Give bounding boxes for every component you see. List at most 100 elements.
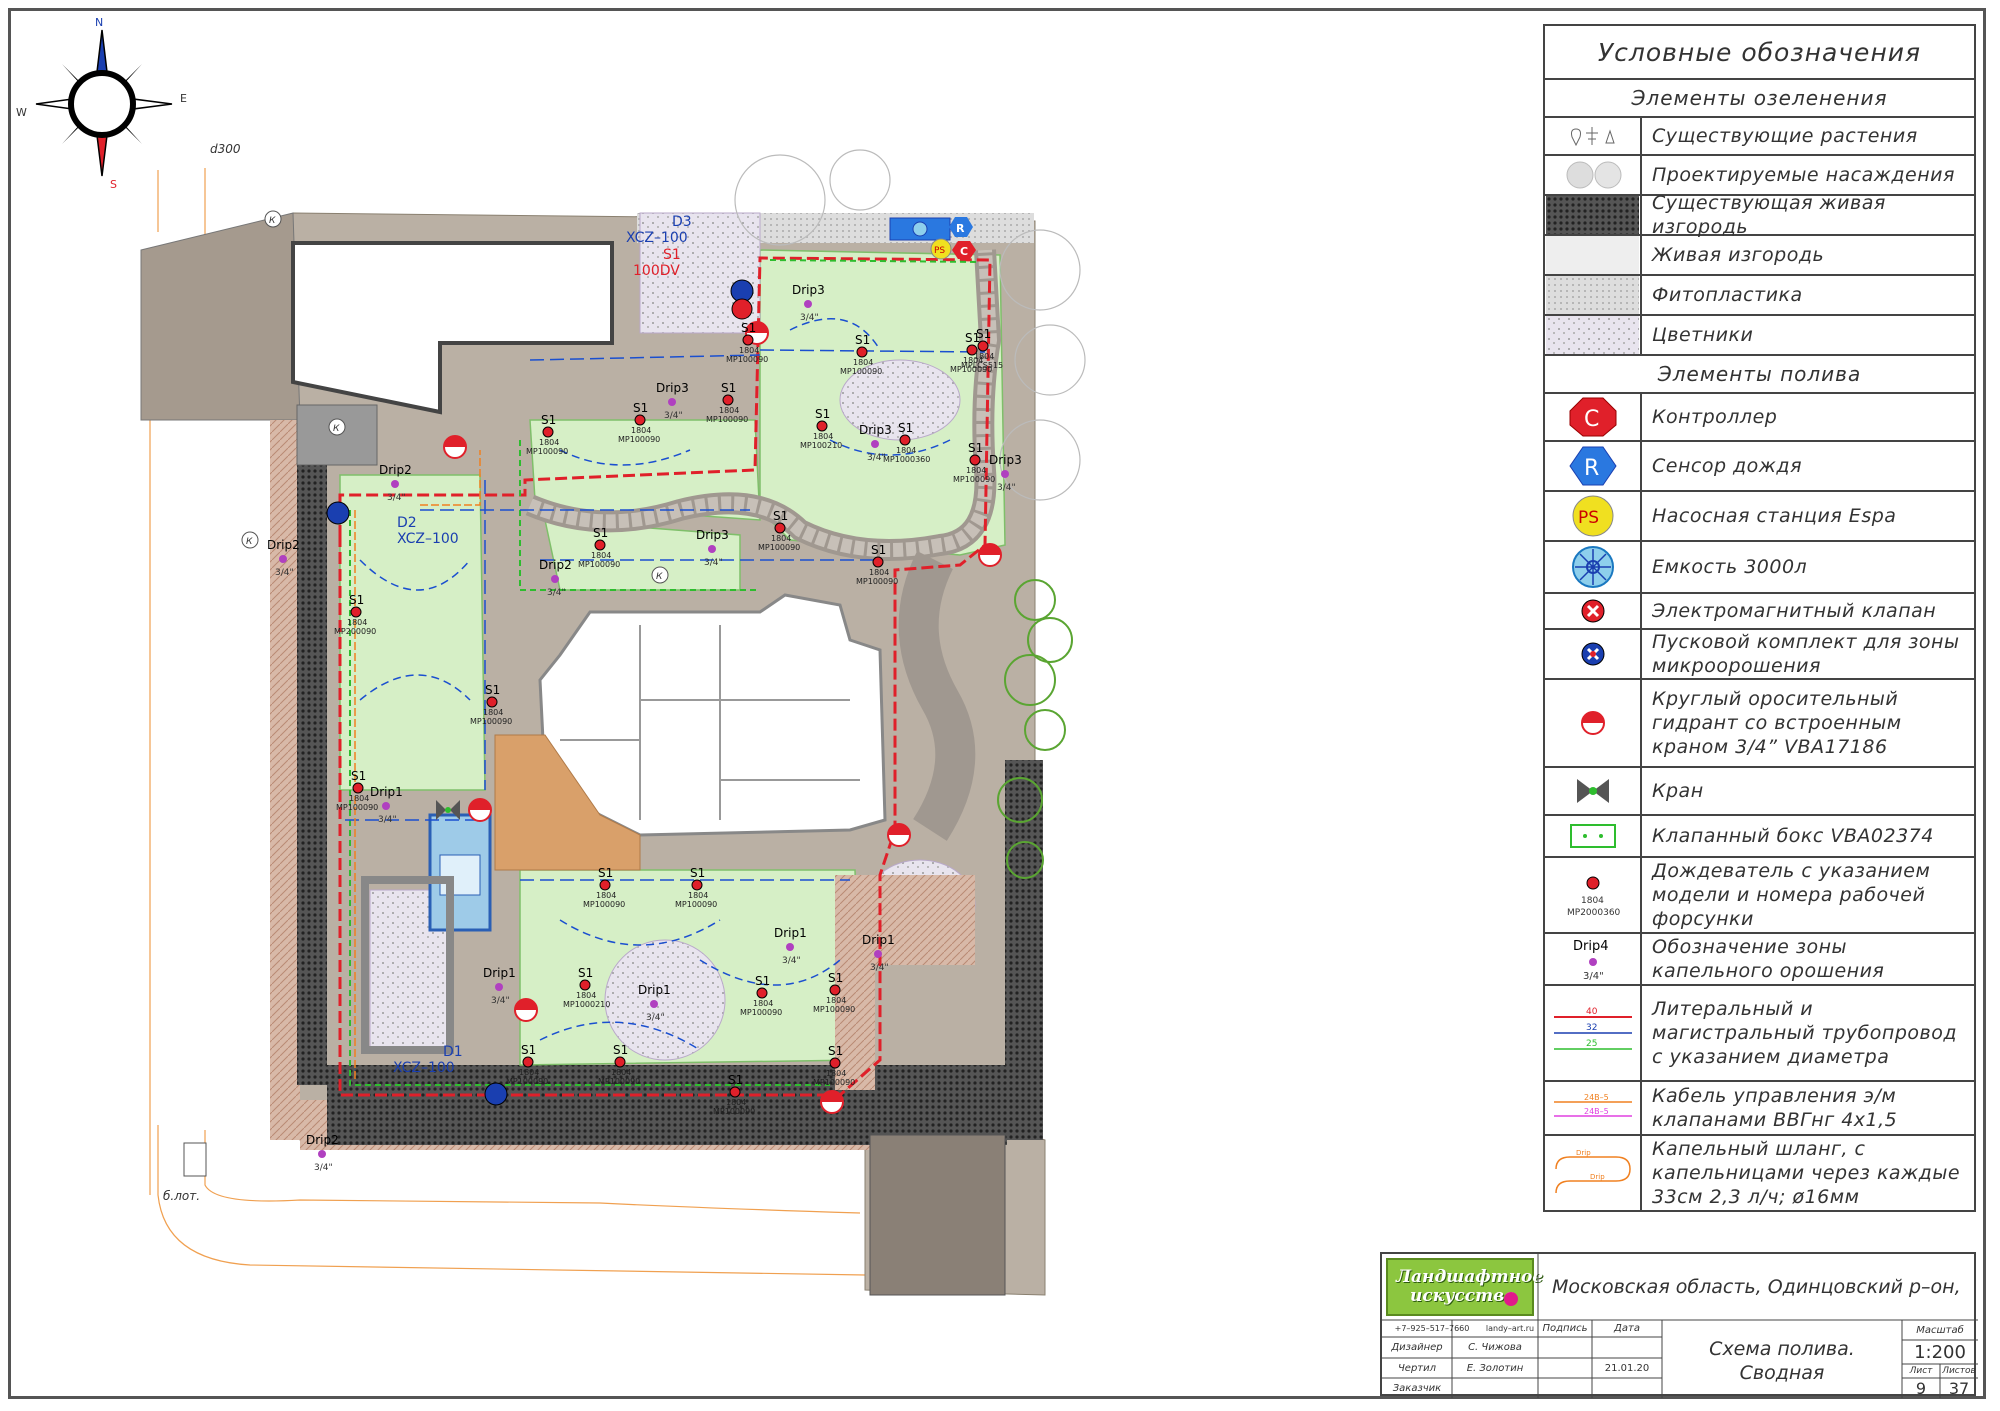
drip-zone-label: Drip1	[483, 966, 516, 980]
sprinkler-zone-label: S1	[976, 327, 991, 341]
hedge-bottom	[327, 1065, 1007, 1145]
k-marker-4-text: К	[656, 572, 663, 582]
compass-w: W	[16, 106, 27, 119]
drip-zone-label: Drip3	[989, 453, 1022, 467]
drip-zone-dot-icon	[279, 555, 287, 563]
tap-center	[445, 807, 451, 813]
pipe-d300-label: d300	[210, 142, 241, 156]
legend-title: Условные обозначения	[1545, 26, 1974, 80]
drip-zone-dot-icon	[874, 950, 882, 958]
sprinkler-zone-label: S1	[898, 421, 913, 435]
d2-label: D2	[397, 515, 417, 531]
legend-row-tap: Кран	[1545, 768, 1974, 816]
drip-zone-label: Drip2	[306, 1133, 339, 1147]
svg-text:PS: PS	[1578, 508, 1599, 528]
sprinkler-model-label: 1804	[347, 618, 367, 627]
legend-text-hedge: Живая изгородь	[1652, 244, 1825, 266]
sprinkler-zone-label: S1	[773, 509, 788, 523]
sprinkler-head-icon	[969, 454, 981, 466]
sprinkler-nozzle-label: MP100090	[675, 900, 717, 909]
sprinkler-model-label: 1804	[576, 991, 596, 1000]
rain-sensor-letter: R	[956, 222, 965, 235]
drip-zone-size: 3/4"	[314, 1163, 333, 1173]
legend-row-existing-hedge: Существующая живая изгородь	[1545, 192, 1974, 238]
sprinkler-zone-label: S1	[541, 413, 556, 427]
company-phone: +7–925–517–7660	[1394, 1324, 1470, 1333]
drip-zone-size: 3/4"	[275, 568, 294, 578]
sprinkler-nozzle-label: MP200090	[334, 627, 376, 636]
pole-label: б.лот.	[163, 1189, 200, 1203]
designer-name: С. Чижова	[1468, 1342, 1522, 1353]
hedge-icon	[1545, 236, 1642, 274]
drip-zone-dot-icon	[650, 1000, 658, 1008]
drip-zone-size: 3/4"	[387, 493, 406, 503]
svg-text:3/4": 3/4"	[1583, 971, 1604, 982]
sprinkler-model-label: 1804	[739, 346, 759, 355]
sprinkler-model-label: 1804	[974, 352, 994, 361]
sprinkler-model-label: 1804	[813, 432, 833, 441]
sprinkler-nozzle-label: MP100090	[336, 803, 378, 812]
legend-text-tank: Емкость 3000л	[1652, 556, 1808, 578]
drip-zone-size: 3/4"	[997, 483, 1016, 493]
sprinkler-model-label: 1804	[631, 426, 651, 435]
pump-station-letter: PS	[934, 246, 945, 256]
legend-text-existing-hedge: Существующая живая изгородь	[1652, 192, 1886, 238]
sprinkler-nozzle-label: MP100090	[470, 717, 512, 726]
svg-text:Drip: Drip	[1590, 1173, 1605, 1181]
sprinkler-zone-label: S1	[349, 593, 364, 607]
cable-legend-icon: 24В–5 24В–5	[1545, 1082, 1642, 1134]
d1-label: D1	[443, 1044, 463, 1060]
s1-top-label: S1	[663, 247, 681, 263]
sprinkler-zone-label: S1	[855, 333, 870, 347]
date-header: Дата	[1614, 1323, 1640, 1334]
legend-row-drip-zone: Drip4 3/4" Обозначение зоны капельного ор…	[1545, 934, 1974, 986]
sprinkler-head-icon	[742, 334, 754, 346]
sprinkler-head-icon	[829, 1057, 841, 1069]
sprinkler-zone-label: S1	[521, 1043, 536, 1057]
drip-zone-dot-icon	[382, 802, 390, 810]
drip-kit-d1-icon	[484, 1082, 508, 1106]
sprinkler-nozzle-label: MP1000210	[563, 1000, 610, 1009]
sprinkler-nozzle-label: MP100090	[758, 543, 800, 552]
d3-label: D3	[672, 214, 692, 230]
scale-value: 1:200	[1914, 1341, 1966, 1363]
designer-role: Дизайнер	[1391, 1342, 1443, 1353]
sprinkler-head-icon	[350, 606, 362, 618]
svg-text:32: 32	[1586, 1023, 1597, 1033]
legend-text-controller: Контроллер	[1652, 406, 1778, 428]
sprinkler-zone-label: S1	[593, 526, 608, 540]
sprinkler-nozzle-label: MP100090	[598, 1077, 640, 1086]
d1-model-label: XCZ–100	[393, 1060, 455, 1076]
legend-row-flowerbeds: Цветники	[1545, 316, 1974, 356]
sprinkler-head-icon	[522, 1056, 534, 1068]
drip-zone-legend-icon: Drip4 3/4"	[1545, 934, 1642, 984]
drip-zone-dot-icon	[668, 398, 676, 406]
legend-text-pump: Насосная станция Espa	[1652, 505, 1897, 527]
sprinkler-nozzle-label: MP100090	[856, 577, 898, 586]
sprinkler-nozzle-label: MP100090	[813, 1078, 855, 1087]
main-house	[538, 593, 887, 837]
compass-n: N	[95, 16, 103, 29]
drip-zone-dot-icon	[804, 300, 812, 308]
drip-zone-label: Drip3	[792, 283, 825, 297]
sprinkler-head-icon	[579, 979, 591, 991]
sprinkler-zone-label: S1	[728, 1073, 743, 1087]
drip-zone-size: 3/4"	[646, 1013, 665, 1023]
sprinkler-nozzle-label: MP100090	[740, 1008, 782, 1017]
sheet-title-line1: Схема полива.	[1709, 1338, 1855, 1360]
k-marker-2-text: К	[246, 537, 253, 547]
sprinkler-nozzle-label: MP100210	[800, 441, 842, 450]
legend-row-hedge: Живая изгородь	[1545, 236, 1974, 276]
sprinkler-nozzle-label: MPLCS515	[961, 361, 1003, 370]
rain-sensor-legend-icon: R	[1545, 442, 1642, 490]
drip-zone-dot-icon	[708, 545, 716, 553]
sprinkler-model-label: 1804	[611, 1068, 631, 1077]
legend-row-sprinkler: 1804 MP2000360 Дождеватель с указанием мо…	[1545, 858, 1974, 934]
legend-text-pipeline: Литеральный и магистральный трубопровод …	[1652, 998, 1957, 1068]
tank-legend-icon	[1545, 542, 1642, 592]
sprinkler-nozzle-label: MP100090	[713, 1107, 755, 1116]
sprinkler-model-label: 1804	[539, 438, 559, 447]
svg-text:MP2000360: MP2000360	[1567, 908, 1621, 918]
drip-zone-label: Drip1	[370, 785, 403, 799]
legend-text-tap: Кран	[1652, 780, 1704, 802]
